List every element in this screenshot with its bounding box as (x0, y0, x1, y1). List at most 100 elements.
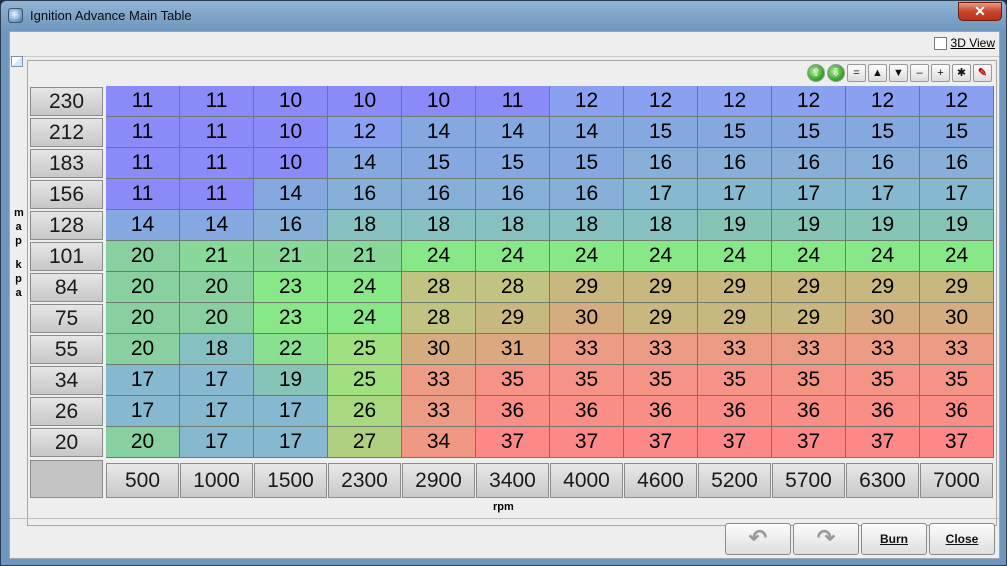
window-close-button[interactable]: ✕ (958, 2, 1002, 21)
table-cell[interactable]: 14 (476, 117, 550, 148)
table-cell[interactable]: 17 (624, 179, 698, 210)
table-cell[interactable]: 10 (402, 86, 476, 117)
table-cell[interactable]: 18 (180, 334, 254, 365)
table-cell[interactable]: 30 (402, 334, 476, 365)
table-cell[interactable]: 33 (402, 396, 476, 427)
table-cell[interactable]: 12 (772, 86, 846, 117)
table-cell[interactable]: 34 (402, 427, 476, 458)
table-cell[interactable]: 11 (106, 179, 180, 210)
table-cell[interactable]: 36 (920, 396, 994, 427)
table-cell[interactable]: 14 (402, 117, 476, 148)
table-cell[interactable]: 29 (772, 303, 846, 334)
table-cell[interactable]: 25 (328, 365, 402, 396)
decrease-all-button[interactable]: ⇩ (827, 64, 845, 82)
table-cell[interactable]: 36 (476, 396, 550, 427)
table-cell[interactable]: 24 (328, 303, 402, 334)
table-cell[interactable]: 14 (328, 148, 402, 179)
table-cell[interactable]: 35 (624, 365, 698, 396)
table-cell[interactable]: 37 (846, 427, 920, 458)
table-cell[interactable]: 11 (180, 148, 254, 179)
table-cell[interactable]: 19 (846, 210, 920, 241)
table-cell[interactable]: 29 (920, 272, 994, 303)
table-cell[interactable]: 36 (698, 396, 772, 427)
table-cell[interactable]: 20 (106, 272, 180, 303)
table-cell[interactable]: 24 (476, 241, 550, 272)
table-cell[interactable]: 24 (550, 241, 624, 272)
table-cell[interactable]: 37 (920, 427, 994, 458)
table-cell[interactable]: 11 (180, 117, 254, 148)
table-cell[interactable]: 35 (476, 365, 550, 396)
table-cell[interactable]: 20 (106, 427, 180, 458)
table-cell[interactable]: 24 (402, 241, 476, 272)
shift-up-button[interactable]: ▲ (868, 64, 887, 82)
table-cell[interactable]: 17 (180, 396, 254, 427)
table-cell[interactable]: 11 (476, 86, 550, 117)
table-cell[interactable]: 14 (106, 210, 180, 241)
table-cell[interactable]: 17 (180, 427, 254, 458)
table-cell[interactable]: 16 (254, 210, 328, 241)
table-cell[interactable]: 33 (920, 334, 994, 365)
table-cell[interactable]: 10 (254, 86, 328, 117)
increase-all-button[interactable]: ⇧ (807, 64, 825, 82)
pencil-button[interactable]: ✎ (973, 64, 992, 82)
table-cell[interactable]: 33 (772, 334, 846, 365)
table-cell[interactable]: 29 (698, 303, 772, 334)
table-cell[interactable]: 20 (106, 334, 180, 365)
table-cell[interactable]: 15 (550, 148, 624, 179)
table-cell[interactable]: 35 (698, 365, 772, 396)
table-cell[interactable]: 18 (328, 210, 402, 241)
table-cell[interactable]: 24 (698, 241, 772, 272)
title-bar[interactable]: Ignition Advance Main Table ✕ (1, 1, 1006, 31)
table-cell[interactable]: 15 (846, 117, 920, 148)
table-cell[interactable]: 28 (476, 272, 550, 303)
table-cell[interactable]: 17 (698, 179, 772, 210)
table-cell[interactable]: 19 (698, 210, 772, 241)
table-cell[interactable]: 37 (624, 427, 698, 458)
view3d-toggle[interactable]: 3D View (933, 36, 995, 50)
table-cell[interactable]: 20 (180, 303, 254, 334)
table-cell[interactable]: 24 (328, 272, 402, 303)
table-cell[interactable]: 24 (624, 241, 698, 272)
table-cell[interactable]: 31 (476, 334, 550, 365)
table-cell[interactable]: 11 (106, 117, 180, 148)
table-cell[interactable]: 29 (624, 272, 698, 303)
undo-button[interactable]: ↶ (725, 523, 791, 555)
table-cell[interactable]: 37 (772, 427, 846, 458)
table-cell[interactable]: 18 (402, 210, 476, 241)
table-cell[interactable]: 30 (550, 303, 624, 334)
table-cell[interactable]: 15 (772, 117, 846, 148)
table-cell[interactable]: 33 (698, 334, 772, 365)
table-cell[interactable]: 11 (180, 86, 254, 117)
multiply-button[interactable]: ✱ (952, 64, 971, 82)
table-cell[interactable]: 14 (254, 179, 328, 210)
table-cell[interactable]: 10 (254, 148, 328, 179)
table-cell[interactable]: 24 (920, 241, 994, 272)
table-cell[interactable]: 15 (402, 148, 476, 179)
table-cell[interactable]: 28 (402, 272, 476, 303)
table-cell[interactable]: 12 (846, 86, 920, 117)
table-cell[interactable]: 37 (698, 427, 772, 458)
table-cell[interactable]: 28 (402, 303, 476, 334)
table-cell[interactable]: 35 (550, 365, 624, 396)
table-cell[interactable]: 29 (846, 272, 920, 303)
table-cell[interactable]: 20 (106, 303, 180, 334)
table-cell[interactable]: 12 (698, 86, 772, 117)
table-cell[interactable]: 37 (550, 427, 624, 458)
burn-button[interactable]: Burn (861, 523, 927, 555)
table-cell[interactable]: 23 (254, 303, 328, 334)
table-cell[interactable]: 19 (920, 210, 994, 241)
table-cell[interactable]: 35 (772, 365, 846, 396)
add-button[interactable]: + (931, 64, 950, 82)
table-cell[interactable]: 18 (476, 210, 550, 241)
table-cell[interactable]: 17 (846, 179, 920, 210)
table-cell[interactable]: 10 (328, 86, 402, 117)
table-cell[interactable]: 16 (920, 148, 994, 179)
table-cell[interactable]: 11 (106, 148, 180, 179)
table-cell[interactable]: 17 (254, 396, 328, 427)
table-cell[interactable]: 36 (846, 396, 920, 427)
table-cell[interactable]: 16 (476, 179, 550, 210)
table-cell[interactable]: 23 (254, 272, 328, 303)
table-cell[interactable]: 14 (180, 210, 254, 241)
subtract-button[interactable]: – (910, 64, 929, 82)
table-cell[interactable]: 21 (180, 241, 254, 272)
